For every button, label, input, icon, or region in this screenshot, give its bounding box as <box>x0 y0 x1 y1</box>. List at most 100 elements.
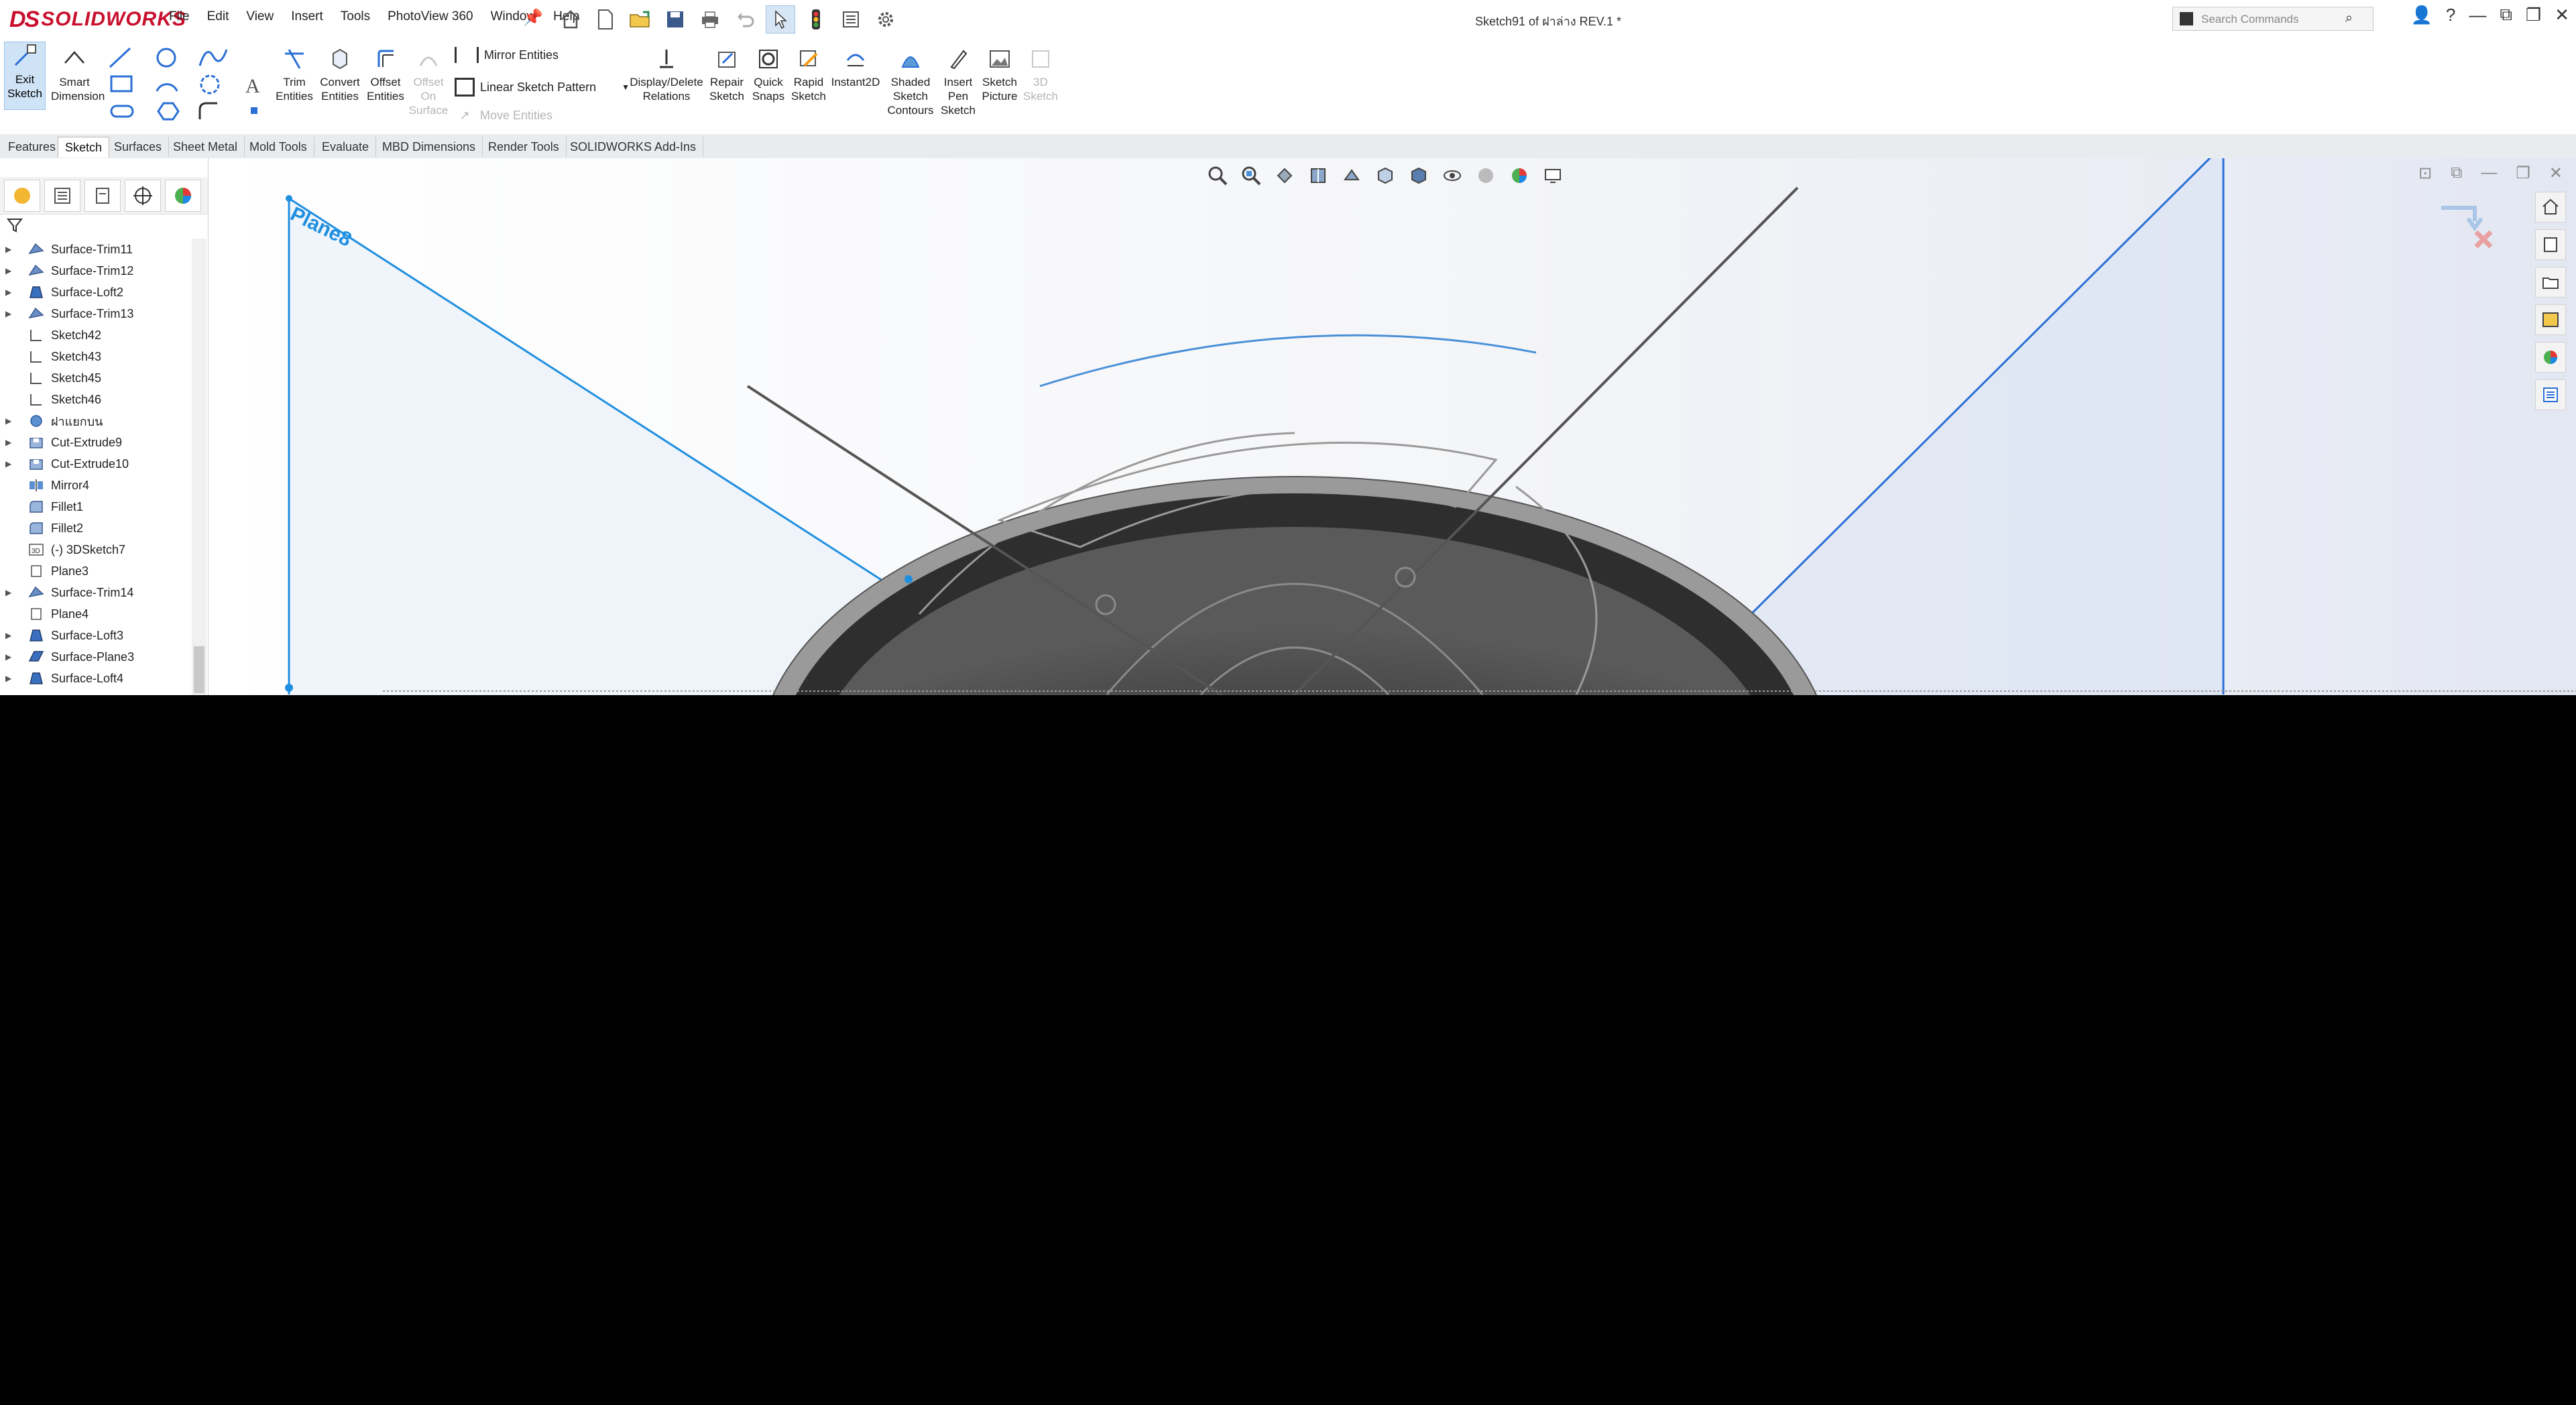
tab-sketch[interactable]: Sketch <box>58 137 110 158</box>
view-palette-icon[interactable] <box>2535 304 2566 335</box>
display-delete-relations-button[interactable]: Display/Delete Relations <box>629 44 704 103</box>
help-icon[interactable]: ? <box>2446 5 2455 25</box>
undo-icon[interactable] <box>731 6 759 33</box>
insert-pen-sketch-button[interactable]: Insert Pen Sketch <box>937 44 979 117</box>
display-style-icon[interactable] <box>1405 164 1432 188</box>
scrollbar-thumb[interactable] <box>194 646 204 693</box>
tile-icon[interactable]: ⧉ <box>2500 4 2512 25</box>
trim-entities-button[interactable]: Trim Entities <box>271 44 318 103</box>
tree-item[interactable]: ▶Plane4 <box>0 603 194 625</box>
custom-properties-icon[interactable] <box>2535 379 2566 410</box>
tree-item[interactable]: ▶ Surface-Trim14 <box>0 582 194 603</box>
repair-sketch-button[interactable]: Repair Sketch <box>705 44 748 103</box>
file-explorer-icon[interactable] <box>2535 267 2566 298</box>
user-icon[interactable]: 👤 <box>2410 5 2432 25</box>
tab-solidworks-addins[interactable]: SOLIDWORKS Add-Ins <box>563 137 704 157</box>
expand-arrow-icon[interactable]: ▶ <box>5 416 16 426</box>
tree-item[interactable]: ▶Plane3 <box>0 560 194 582</box>
save-icon[interactable] <box>661 6 689 33</box>
display-manager-tab-icon[interactable] <box>165 179 201 212</box>
line-tool-icon[interactable] <box>109 47 131 68</box>
design-library-icon[interactable] <box>2535 229 2566 260</box>
hide-show-items-icon[interactable] <box>1439 164 1466 188</box>
tree-item[interactable]: ▶ Cut-Extrude9 <box>0 432 194 453</box>
new-document-icon[interactable] <box>591 6 620 33</box>
spline-tool-icon[interactable] <box>198 49 228 66</box>
zoom-to-area-icon[interactable] <box>1238 164 1265 188</box>
tree-item[interactable]: ▶ Surface-Trim12 <box>0 260 194 282</box>
instant2d-button[interactable]: Instant2D <box>829 44 882 89</box>
section-view-icon[interactable] <box>1305 164 1332 188</box>
hexagon-tool-icon[interactable] <box>157 102 180 121</box>
filter-icon[interactable] <box>6 217 23 233</box>
tab-mbd-dimensions[interactable]: MBD Dimensions <box>375 137 483 157</box>
file-properties-icon[interactable] <box>837 6 865 33</box>
rebuild-icon[interactable] <box>802 6 830 33</box>
previous-view-icon[interactable] <box>1271 164 1298 188</box>
rectangle-tool-icon[interactable] <box>110 75 133 93</box>
tree-item[interactable]: ▶ Cut-Extrude10 <box>0 453 194 475</box>
tab-sheet-metal[interactable]: Sheet Metal <box>166 137 245 157</box>
pin-icon[interactable]: 📌 <box>523 8 543 27</box>
quick-snaps-button[interactable]: Quick Snaps <box>748 44 788 103</box>
tree-item[interactable]: ▶Sketch45 <box>0 367 194 389</box>
select-arrow-icon[interactable] <box>766 5 795 34</box>
apply-scene-icon[interactable] <box>1506 164 1533 188</box>
offset-on-surface-button[interactable]: Offset On Surface <box>405 44 452 117</box>
open-folder-icon[interactable] <box>626 6 654 33</box>
menu-view[interactable]: View <box>246 9 274 24</box>
plane-intersection-point[interactable] <box>904 575 913 583</box>
text-tool-icon[interactable]: A <box>245 75 260 97</box>
tree-item[interactable]: ▶ Surface-Loft3 <box>0 625 194 646</box>
tree-item[interactable]: ▶ Surface-Loft4 <box>0 668 194 689</box>
zoom-to-fit-icon[interactable] <box>1204 164 1231 188</box>
arc-tool-icon[interactable] <box>156 83 178 92</box>
tree-item[interactable]: ▶Fillet2 <box>0 517 194 539</box>
viewport-tile-icon[interactable]: ⊡ <box>2418 164 2432 183</box>
feature-manager-tab-icon[interactable] <box>4 179 40 212</box>
linear-sketch-pattern-button[interactable]: Linear Sketch Pattern ▼ <box>455 78 630 97</box>
viewport-restore-icon[interactable]: ❐ <box>2516 164 2530 183</box>
viewport-close-icon[interactable]: ✕ <box>2549 164 2563 183</box>
dynamic-annotation-icon[interactable] <box>1338 164 1365 188</box>
expand-arrow-icon[interactable]: ▶ <box>5 631 16 640</box>
shaded-sketch-contours-button[interactable]: Shaded Sketch Contours <box>884 44 937 117</box>
expand-arrow-icon[interactable]: ▶ <box>5 245 16 254</box>
home-icon[interactable] <box>557 6 585 33</box>
edit-appearance-icon[interactable] <box>1472 164 1499 188</box>
fillet-tool-icon[interactable] <box>198 102 217 119</box>
expand-arrow-icon[interactable]: ▶ <box>5 288 16 297</box>
menu-photoview[interactable]: PhotoView 360 <box>388 9 473 24</box>
offset-entities-button[interactable]: Offset Entities <box>362 44 409 103</box>
menu-file[interactable]: File <box>169 9 190 24</box>
polygon-tool-icon[interactable] <box>200 74 220 95</box>
feature-tree-scrollbar[interactable] <box>192 239 207 695</box>
slot-tool-icon[interactable] <box>110 105 134 118</box>
restore-icon[interactable]: ❐ <box>2526 5 2541 25</box>
expand-arrow-icon[interactable]: ▶ <box>5 674 16 683</box>
print-icon[interactable] <box>696 6 724 33</box>
expand-arrow-icon[interactable]: ▶ <box>5 588 16 597</box>
tab-render-tools[interactable]: Render Tools <box>481 137 567 157</box>
tab-features[interactable]: Features <box>1 137 64 157</box>
tab-surfaces[interactable]: Surfaces <box>107 137 170 157</box>
smart-dimension-button[interactable]: Smart Dimension <box>51 44 105 103</box>
menu-tools[interactable]: Tools <box>341 9 370 24</box>
exit-sketch-corner-icon[interactable] <box>2441 206 2483 232</box>
tree-item[interactable]: ▶ Surface-Trim11 <box>0 239 194 260</box>
tab-evaluate[interactable]: Evaluate <box>315 137 377 157</box>
point-tool-icon[interactable] <box>251 107 257 114</box>
view-orientation-icon[interactable] <box>1372 164 1399 188</box>
rapid-sketch-button[interactable]: Rapid Sketch <box>788 44 829 103</box>
viewport-split-icon[interactable]: ⧉ <box>2451 164 2462 183</box>
solidworks-resources-icon[interactable] <box>2535 192 2566 223</box>
tree-item[interactable]: ▶Sketch42 <box>0 324 194 346</box>
expand-arrow-icon[interactable]: ▶ <box>5 652 16 662</box>
configuration-manager-tab-icon[interactable] <box>84 179 121 212</box>
tree-item[interactable]: ▶3D(-) 3DSketch7 <box>0 539 194 560</box>
circle-tool-icon[interactable] <box>156 48 176 68</box>
menu-insert[interactable]: Insert <box>291 9 323 24</box>
tree-item[interactable]: ▶ Surface-Loft2 <box>0 282 194 303</box>
appearances-scenes-icon[interactable] <box>2535 342 2566 373</box>
close-icon[interactable]: ✕ <box>2555 5 2569 25</box>
